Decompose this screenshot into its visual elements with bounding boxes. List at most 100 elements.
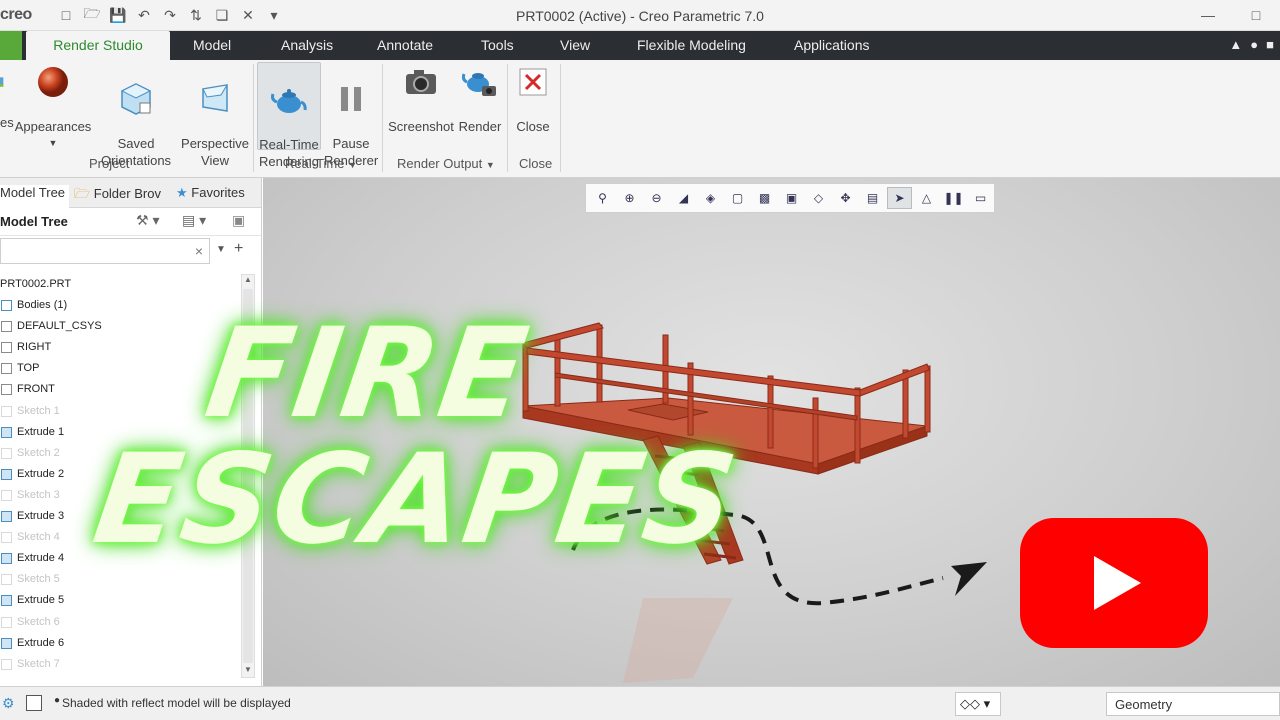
appearances-button[interactable]: Appearances ▼ (14, 64, 92, 152)
chevron-down-icon: ▼ (48, 138, 58, 148)
datum-plane-icon (1, 342, 12, 354)
chevron-down-icon: ▼ (348, 160, 358, 170)
tab-flexible-modeling[interactable]: Flexible Modeling (637, 31, 746, 60)
extrude-icon (1, 637, 12, 649)
status-message: Shaded with reflect model will be displa… (62, 696, 291, 710)
tree-item-label: Sketch 2 (17, 446, 60, 459)
tab-folder-browser[interactable]: 🗁 Folder Brov (74, 185, 164, 207)
scenes-button[interactable]: es (0, 64, 14, 130)
toggle-panel-icon[interactable] (26, 695, 42, 711)
folder-icon: 🗁 (74, 186, 91, 201)
group-label-render-output[interactable]: Render Output ▼ (397, 156, 495, 171)
tab-model-tree[interactable]: Model Tree (0, 185, 70, 208)
tree-filter-icon[interactable]: ▣ (232, 212, 245, 229)
sketch-icon (1, 405, 12, 417)
tree-item[interactable]: Bodies (1) (0, 295, 240, 316)
tab-render-studio[interactable]: Render Studio (26, 31, 170, 60)
window-title: PRT0002 (Active) - Creo Parametric 7.0 (516, 8, 764, 24)
tab-view[interactable]: View (560, 31, 590, 60)
extrude-icon (1, 426, 12, 438)
maximize-icon[interactable]: □ (1232, 0, 1280, 30)
tree-item-label: Extrude 3 (17, 510, 65, 523)
realtime-rendering-button[interactable]: Real-Time Rendering (257, 62, 321, 169)
tree-item-label: Extrude 4 (17, 552, 65, 565)
panel-tabs: Model Tree 🗁 Folder Brov ★ Favorites (0, 178, 261, 208)
tab-favorites[interactable]: ★ Favorites (176, 185, 245, 201)
minimize-icon[interactable]: — (1184, 0, 1232, 30)
tree-item-label: Extrude 6 (17, 636, 65, 649)
arrow-head (951, 562, 987, 596)
ribbon: es Appearances ▼ Saved Orientations Pers… (0, 60, 1280, 178)
scroll-down-icon[interactable]: ▼ (242, 665, 254, 677)
tree-item-label: Sketch 6 (17, 615, 60, 628)
tree-toolbar: Model Tree ⚒ ▾ ▤ ▾ ▣ (0, 208, 261, 236)
screenshot-button[interactable]: Screenshot (388, 64, 454, 135)
group-separator (382, 64, 383, 172)
tree-item[interactable]: Sketch 6 (0, 612, 240, 633)
tree-item-label: Sketch 4 (17, 531, 60, 544)
tree-settings-icon[interactable]: ▤ ▾ (182, 212, 206, 229)
tree-item[interactable]: TOP (0, 358, 240, 379)
pause-icon (341, 87, 361, 111)
overlay-title-line2: ESCAPES (85, 428, 746, 572)
sketch-icon (1, 658, 12, 670)
sketch-icon (1, 616, 12, 628)
datum-plane-icon (1, 384, 12, 396)
help-icon[interactable]: ■ (1266, 37, 1274, 52)
tab-file[interactable] (0, 31, 22, 60)
group-separator (253, 64, 254, 172)
group-separator (560, 64, 561, 172)
group-label-realtime[interactable]: Real-Time ▼ (285, 156, 357, 171)
saved-orientations-icon (120, 83, 152, 115)
tab-annotate[interactable]: Annotate (377, 31, 433, 60)
regen-status-icon[interactable]: ⚙ (2, 695, 15, 712)
search-help-icon[interactable]: ● (1250, 37, 1258, 52)
title-bar: creo □ 🗁 💾 ↶ ↷ ⇅ ❏ ✕ ▾ PRT0002 (Active) … (0, 0, 1280, 31)
render-teapot-icon (461, 73, 496, 96)
tree-item[interactable]: Sketch 7 (0, 654, 240, 675)
youtube-play-icon (1020, 518, 1208, 648)
search-dropdown-icon[interactable]: ▼ (216, 244, 226, 255)
collapse-ribbon-icon[interactable]: ▲ (1229, 37, 1242, 52)
extrude-icon (1, 553, 12, 565)
window-controls: — □ (1184, 0, 1280, 30)
tree-item[interactable]: DEFAULT_CSYS (0, 316, 240, 337)
camera-icon (406, 70, 436, 94)
message-bullet-icon: ● (54, 695, 61, 706)
tree-tools-icon[interactable]: ⚒ ▾ (136, 212, 159, 229)
tree-item[interactable]: RIGHT (0, 337, 240, 358)
tree-item-label: Extrude 5 (17, 594, 65, 607)
tree-search-input[interactable]: × (0, 238, 210, 264)
tab-analysis[interactable]: Analysis (281, 31, 333, 60)
tree-item[interactable]: Sketch 5 (0, 569, 240, 590)
tree-item[interactable]: Extrude 5 (0, 590, 240, 611)
render-button[interactable]: Render (457, 64, 503, 135)
find-binoculars-icon[interactable]: ◇◇ ▾ (955, 692, 1001, 716)
add-icon[interactable]: + (234, 240, 243, 258)
sketch-icon (1, 532, 12, 544)
scenes-icon (0, 77, 4, 87)
appearance-sphere-icon (38, 67, 68, 97)
ribbon-tab-bar: Render Studio Model Analysis Annotate To… (0, 31, 1280, 60)
selection-filter[interactable]: Geometry (1106, 692, 1280, 716)
perspective-view-button[interactable]: Perspective View (180, 64, 250, 186)
close-button[interactable]: Close (513, 64, 553, 135)
chevron-down-icon: ▼ (485, 160, 495, 170)
extrude-icon (1, 595, 12, 607)
clear-search-icon[interactable]: × (195, 243, 203, 259)
sketch-icon (1, 489, 12, 501)
scroll-up-icon[interactable]: ▲ (242, 275, 254, 287)
tab-applications[interactable]: Applications (794, 31, 870, 60)
tree-item[interactable]: PRT0002.PRT (0, 274, 240, 295)
group-label-project: Project (89, 156, 130, 171)
tab-tools[interactable]: Tools (481, 31, 514, 60)
tree-item-label: DEFAULT_CSYS (17, 320, 102, 333)
perspective-view-icon (202, 84, 228, 112)
tab-model[interactable]: Model (193, 31, 231, 60)
group-separator (507, 64, 508, 172)
tree-item-label: Sketch 3 (17, 488, 60, 501)
overlay-title-line1: FIRE (197, 302, 538, 446)
tabbar-right-tools: ▲ ● ■ (1229, 37, 1274, 52)
tree-item[interactable]: Extrude 6 (0, 633, 240, 654)
tree-item-label: RIGHT (17, 341, 52, 354)
